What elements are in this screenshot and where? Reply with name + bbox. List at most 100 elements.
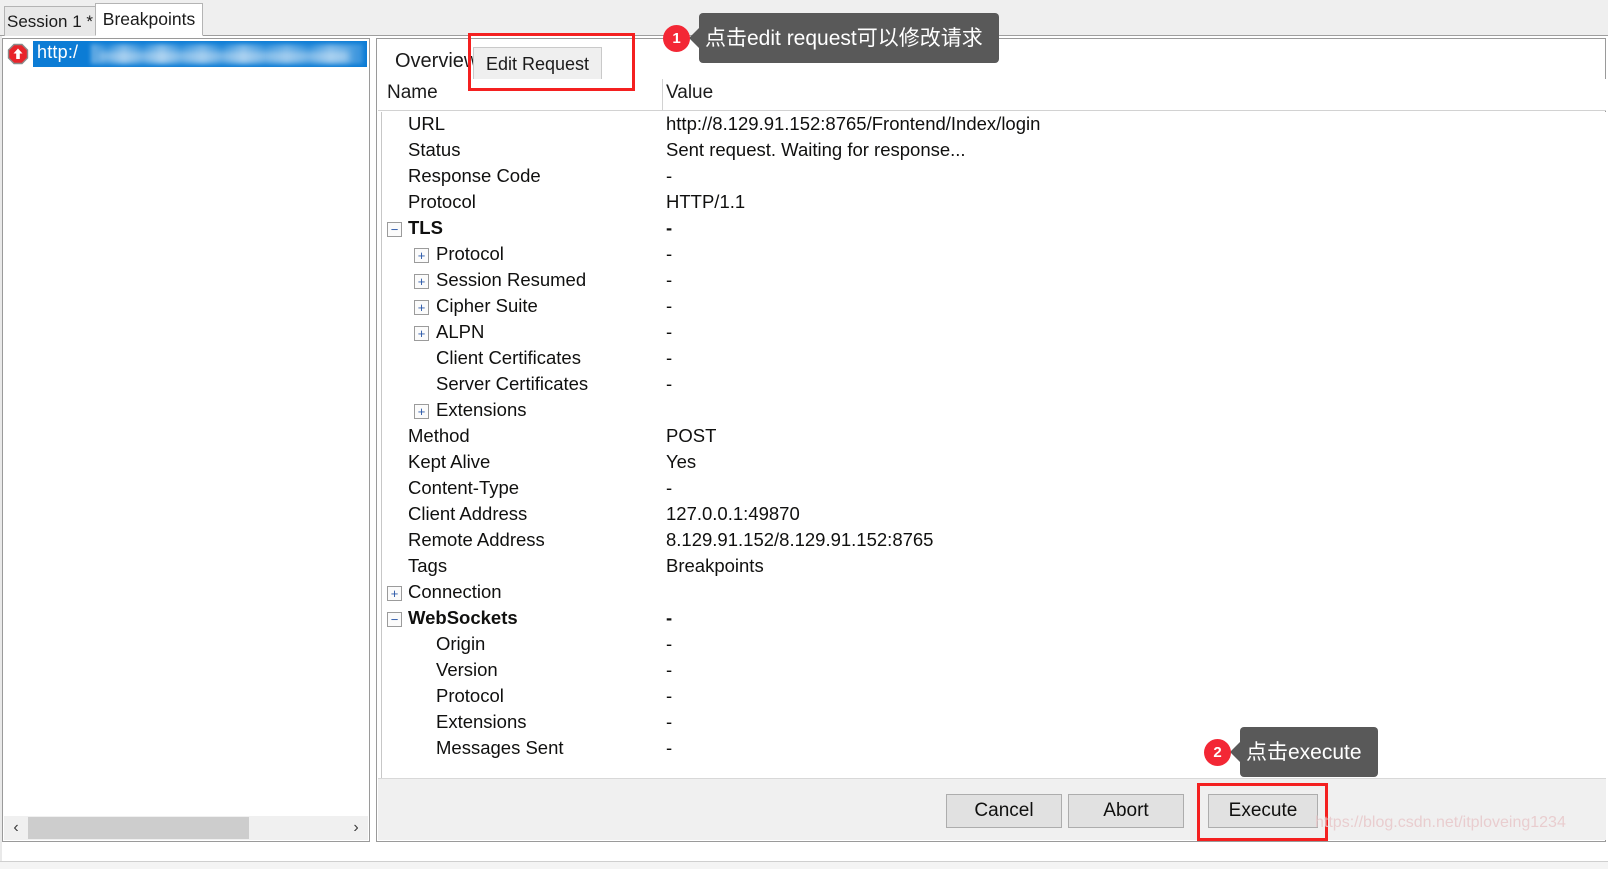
tree-row-name: Session Resumed — [436, 269, 587, 290]
tree-row-name: Cipher Suite — [436, 295, 538, 316]
session-list-horizontal-scrollbar[interactable]: ‹ › — [4, 816, 368, 840]
tree-row-name: TLS — [408, 217, 443, 238]
tree-row-name: URL — [408, 113, 446, 134]
tree-row-name: Extensions — [436, 399, 527, 420]
tree-row[interactable]: Version - — [378, 658, 1606, 684]
tree-row-value: - — [666, 659, 673, 680]
tree-row-value: - — [666, 633, 673, 654]
tree-row-name: Tags — [408, 555, 448, 576]
expand-expander-icon[interactable]: + — [414, 274, 429, 289]
tree-row-name: Kept Alive — [408, 451, 491, 472]
tree-row-value: - — [666, 477, 673, 498]
execute-button-label: Execute — [1228, 800, 1298, 821]
tree-row-value: - — [666, 711, 673, 732]
scroll-right-arrow-icon[interactable]: › — [344, 816, 368, 840]
expand-expander-icon[interactable]: + — [414, 300, 429, 315]
overview-property-tree[interactable]: URL http://8.129.91.152:8765/Frontend/Ind… — [378, 112, 1606, 778]
tree-row-value: - — [666, 607, 673, 628]
tree-row[interactable]: Remote Address 8.129.91.152/8.129.91.152:… — [378, 528, 1606, 554]
tree-row-name: Protocol — [408, 191, 476, 212]
tree-row[interactable]: Status Sent request. Waiting for response… — [378, 138, 1606, 164]
tree-row-name: Origin — [436, 633, 486, 654]
tree-row[interactable]: Method POST — [378, 424, 1606, 450]
tree-row[interactable]: Extensions - — [378, 710, 1606, 736]
expand-expander-icon[interactable]: + — [414, 404, 429, 419]
collapse-expander-icon[interactable]: − — [387, 222, 402, 237]
tree-row-name: WebSockets — [408, 607, 518, 628]
tree-row-value: 127.0.0.1:49870 — [666, 503, 800, 524]
tree-row-value: - — [666, 321, 673, 342]
cancel-button-label: Cancel — [974, 800, 1034, 821]
tree-row[interactable]: Origin - — [378, 632, 1606, 658]
tree-row[interactable]: Client Address 127.0.0.1:49870 — [378, 502, 1606, 528]
collapse-expander-icon[interactable]: − — [387, 612, 402, 627]
abort-button[interactable]: Abort — [1068, 794, 1184, 828]
tree-row-value: - — [666, 295, 673, 316]
tab-breakpoints-label: Breakpoints — [102, 9, 196, 29]
tree-row-value: 8.129.91.152/8.129.91.152:8765 — [666, 529, 934, 550]
expand-expander-icon[interactable]: + — [414, 326, 429, 341]
tree-row-value: - — [666, 347, 673, 368]
dialog-button-bar: Cancel Abort Execute — [378, 778, 1606, 840]
tree-row[interactable]: + ALPN - — [378, 320, 1606, 346]
tree-row-value: Sent request. Waiting for response... — [666, 139, 966, 160]
tree-row-value: - — [666, 165, 673, 186]
tree-row[interactable]: Messages Sent - — [378, 736, 1606, 762]
tree-row-value: http://8.129.91.152:8765/Frontend/Index/… — [666, 113, 1041, 134]
tree-row[interactable]: Content-Type - — [378, 476, 1606, 502]
tree-row[interactable]: Client Certificates - — [378, 346, 1606, 372]
inspector-panel: Overview Edit Request Name Value URL http… — [376, 38, 1606, 842]
column-divider[interactable] — [662, 79, 663, 111]
tree-row-value: Yes — [666, 451, 697, 472]
tree-row[interactable]: + Connection — [378, 580, 1606, 606]
tree-row-value: - — [666, 269, 673, 290]
session-list-row-selected[interactable]: http:/ — [3, 40, 369, 68]
expand-expander-icon[interactable]: + — [387, 586, 402, 601]
tree-row[interactable]: Protocol HTTP/1.1 — [378, 190, 1606, 216]
tree-row-name: Client Address — [408, 503, 528, 524]
session-list-panel[interactable]: http:/ ‹ › — [2, 38, 370, 842]
tree-row-name: ALPN — [436, 321, 485, 342]
tree-row[interactable]: + Protocol - — [378, 242, 1606, 268]
tree-row[interactable]: − WebSockets - — [378, 606, 1606, 632]
tree-row-name: Protocol — [436, 685, 504, 706]
tab-breakpoints[interactable]: Breakpoints — [95, 3, 203, 36]
tree-row-value: HTTP/1.1 — [666, 191, 746, 212]
red-stop-breakpoint-icon — [7, 43, 29, 65]
tree-row-name: Method — [408, 425, 470, 446]
fiddler-breakpoint-window: Session 1 * Breakpoints http:/ ‹ › Overv… — [0, 0, 1608, 869]
expand-expander-icon[interactable]: + — [414, 248, 429, 263]
session-url-text: http:/ — [37, 42, 79, 62]
tree-row[interactable]: − TLS - — [378, 216, 1606, 242]
tree-row[interactable]: Protocol - — [378, 684, 1606, 710]
window-bottom-frame — [0, 861, 1608, 869]
tab-session-1[interactable]: Session 1 * — [4, 6, 96, 36]
tree-row[interactable]: + Extensions — [378, 398, 1606, 424]
annotation-badge-1: 1 — [663, 24, 690, 52]
tree-row-name: Remote Address — [408, 529, 545, 550]
column-header-value: Value — [666, 82, 714, 103]
tree-row[interactable]: Tags Breakpoints — [378, 554, 1606, 580]
tree-row-value: POST — [666, 425, 717, 446]
execute-button[interactable]: Execute — [1208, 794, 1318, 828]
scroll-right-arrow-glyph: › — [353, 819, 359, 836]
tree-row[interactable]: + Cipher Suite - — [378, 294, 1606, 320]
tree-row[interactable]: Server Certificates - — [378, 372, 1606, 398]
tree-row[interactable]: Response Code - — [378, 164, 1606, 190]
tab-overview-label: Overview — [395, 49, 479, 72]
tree-row-name: Client Certificates — [436, 347, 581, 368]
column-header-name: Name — [387, 82, 438, 103]
redaction-blur-overlay-2 — [99, 51, 349, 62]
scrollbar-track[interactable] — [28, 816, 344, 840]
tree-row-name: Protocol — [436, 243, 504, 264]
scrollbar-thumb[interactable] — [28, 817, 250, 839]
scroll-left-arrow-icon[interactable]: ‹ — [4, 816, 28, 840]
tree-row[interactable]: + Session Resumed - — [378, 268, 1606, 294]
tree-row[interactable]: URL http://8.129.91.152:8765/Frontend/Ind… — [378, 112, 1606, 138]
cancel-button[interactable]: Cancel — [946, 794, 1062, 828]
tree-row[interactable]: Kept Alive Yes — [378, 450, 1606, 476]
tree-row-value: - — [666, 737, 673, 758]
tree-row-value: - — [666, 685, 673, 706]
tab-edit-request-label: Edit Request — [486, 54, 590, 74]
tab-edit-request[interactable]: Edit Request — [473, 47, 603, 81]
